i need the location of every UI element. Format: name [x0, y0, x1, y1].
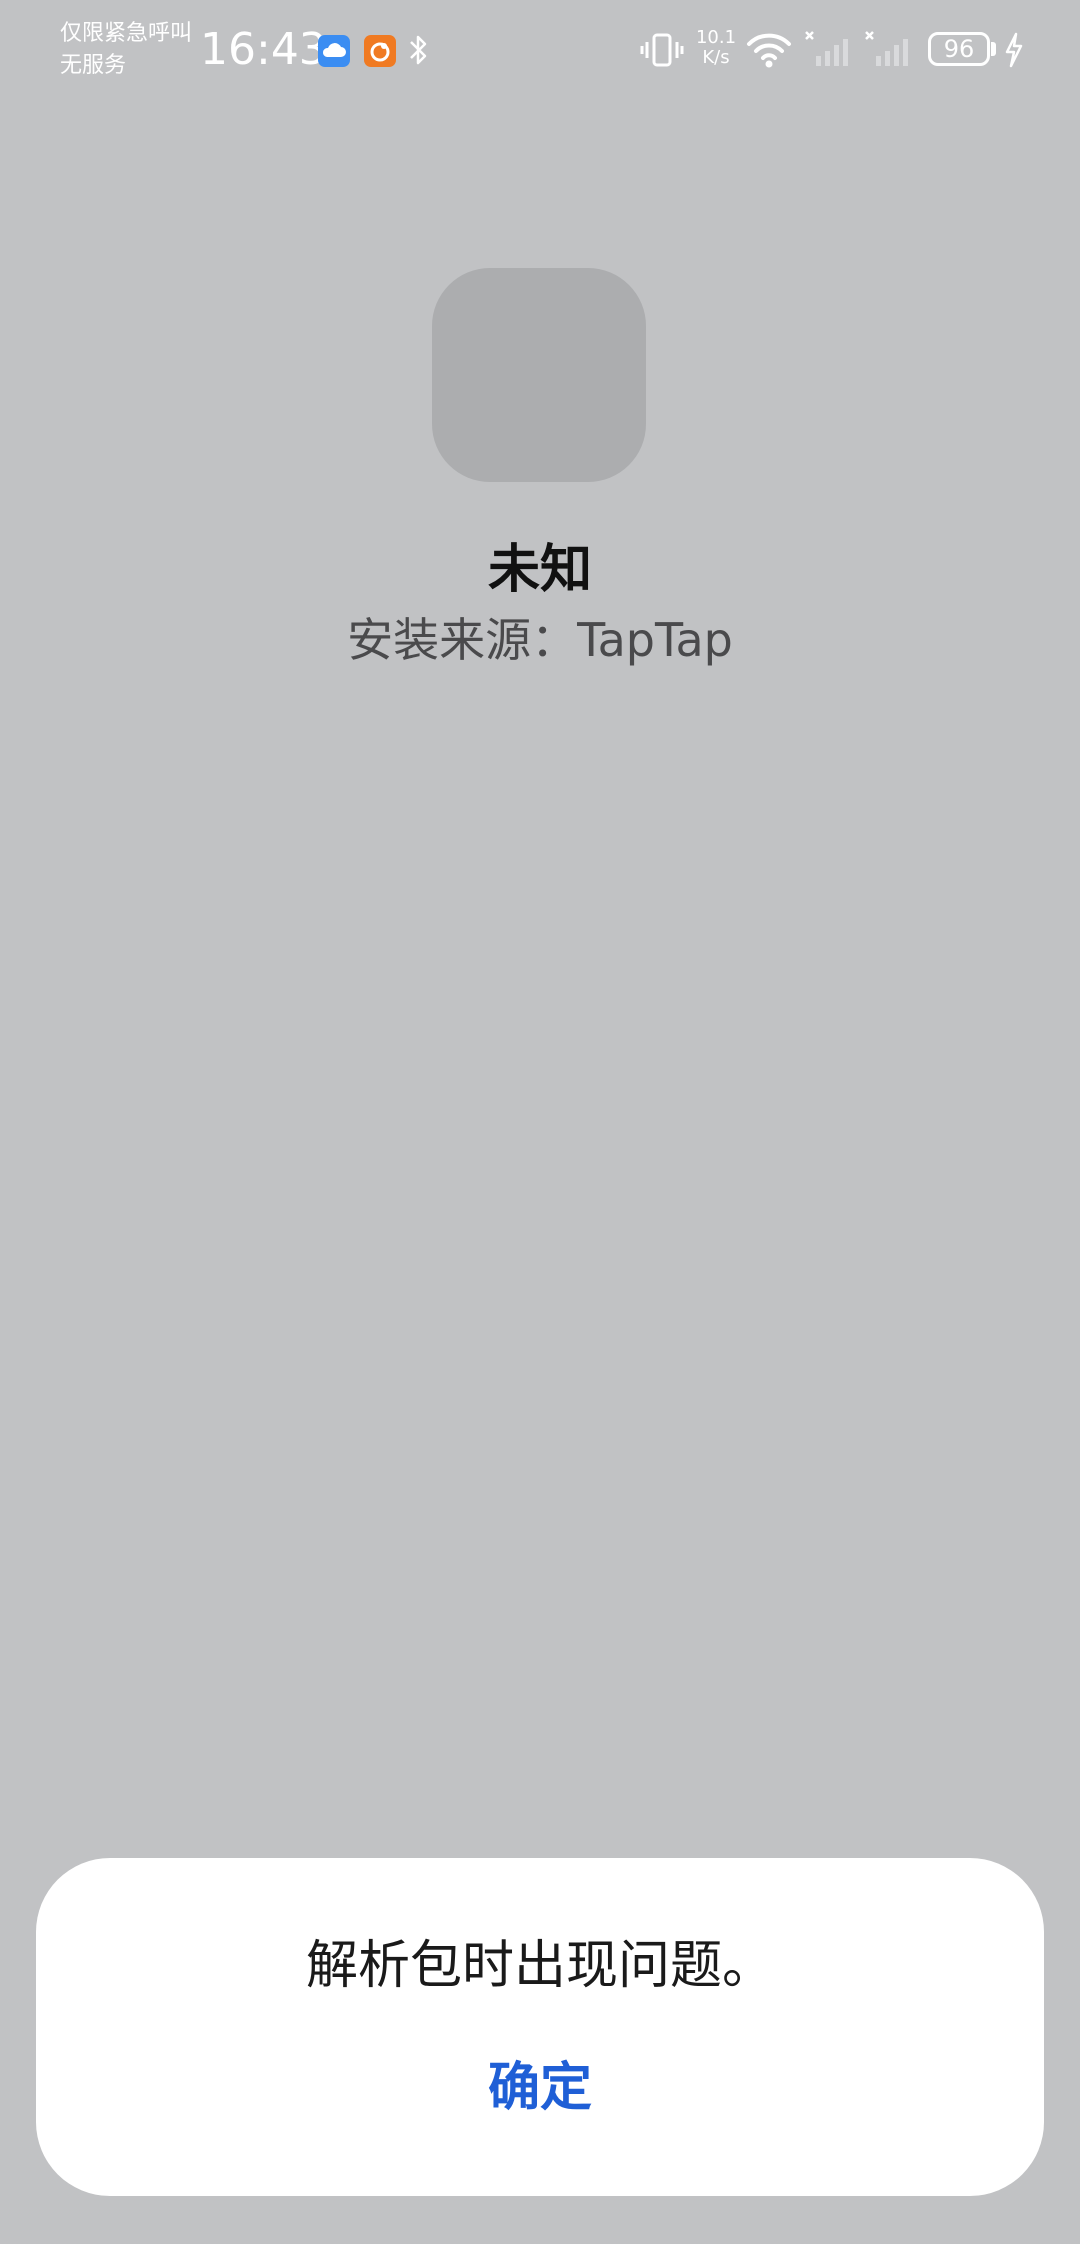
app-name: 未知	[487, 540, 592, 600]
error-dialog: 解析包时出现问题。 确定	[36, 1858, 1044, 2196]
battery-level: 96	[943, 35, 975, 63]
signal-icon	[805, 31, 848, 66]
dialog-message: 解析包时出现问题。	[305, 1936, 774, 1996]
status-bar: 仅限紧急呼叫 无服务 16:43 10.1 K/s 96	[0, 0, 1080, 100]
app-icon	[432, 268, 646, 482]
cloud-notification-icon	[318, 35, 350, 67]
clock: 16:43	[200, 24, 327, 75]
wifi-icon	[747, 33, 791, 68]
carrier-line-2: 无服务	[60, 53, 127, 78]
signal-icon	[865, 31, 908, 66]
bluetooth-icon	[410, 35, 427, 65]
network-speed: 10.1 K/s	[694, 28, 738, 68]
charging-icon	[1005, 32, 1023, 68]
battery-tip	[991, 42, 996, 56]
battery-icon: 96	[928, 32, 990, 66]
carrier-line-1: 仅限紧急呼叫	[60, 21, 193, 46]
app-notification-icon	[364, 35, 396, 67]
confirm-button[interactable]: 确定	[440, 2048, 640, 2128]
network-speed-value: 10.1	[695, 27, 737, 48]
carrier-info: 仅限紧急呼叫 无服务	[60, 18, 192, 82]
vibrate-icon	[640, 33, 684, 67]
install-source: 安装来源：TapTap	[347, 613, 733, 667]
network-speed-unit: K/s	[702, 47, 730, 68]
